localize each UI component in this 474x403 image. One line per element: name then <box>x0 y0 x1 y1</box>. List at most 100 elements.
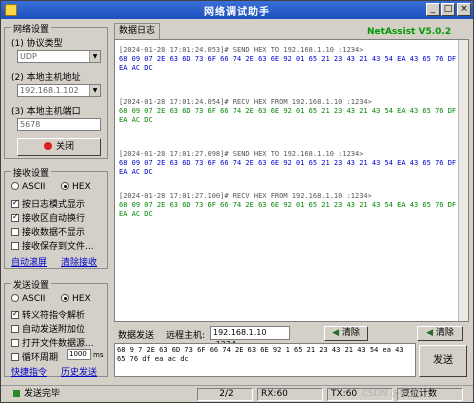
watermark: CSDN @电子 <box>362 389 418 399</box>
remote-host-label: 远程主机: <box>166 331 206 341</box>
app-version: NetAssist V5.0.2 <box>367 27 452 37</box>
receive-opt-log-mode[interactable]: 按日志模式显示 <box>11 197 85 210</box>
window-title: 网络调试助手 <box>204 7 270 18</box>
receive-hex-label: HEX <box>72 182 91 192</box>
shortcut-commands-link[interactable]: 快捷指令 <box>11 365 47 378</box>
auto-scroll-link[interactable]: 自动滚屏 <box>11 255 47 268</box>
receive-settings-group: 接收设置 ASCII HEX 按日志模式显示 接收区自动换行 接收数据不显示 接… <box>4 166 108 269</box>
send-settings-group: 发送设置 ASCII HEX 转义符指令解析 自动发送附加位 打开文件数据源..… <box>4 278 108 378</box>
send-opt-append[interactable]: 自动发送附加位 <box>11 322 85 335</box>
send-opt-loop[interactable]: 循环周期 <box>11 350 58 363</box>
stop-icon <box>43 142 52 150</box>
port-value: 5678 <box>20 120 41 129</box>
log-scrollbar[interactable] <box>458 40 468 321</box>
log-entry: [2024-01-28 17:01:24.054]# RECV HEX FROM… <box>119 98 464 125</box>
left-panel: 网络设置 (1) 协议类型 UDP ▼ (2) 本地主机地址 192.168.1… <box>4 21 108 378</box>
checkbox-icon <box>11 212 19 222</box>
receive-opt-save-file[interactable]: 接收保存到文件... <box>11 239 94 252</box>
maximize-button[interactable]: □ <box>441 3 455 16</box>
send-opt4-label: 循环周期 <box>22 353 59 363</box>
radio-icon <box>61 294 69 302</box>
send-opt2-label: 自动发送附加位 <box>22 325 86 335</box>
receive-opt1-label: 按日志模式显示 <box>22 200 86 210</box>
close-window-button[interactable]: × <box>457 3 471 16</box>
clear-send-button[interactable]: ◀ 清除 <box>417 326 463 341</box>
log-entry-data: 68 09 07 2E 63 6D 73 6F 66 74 2E 63 6E 9… <box>119 55 457 72</box>
log-entry-header: [2024-01-28 17:01:24.054]# RECV HEX FROM… <box>119 98 372 106</box>
log-entry-data: 68 09 07 2E 63 6D 73 6F 66 74 2E 63 6E 9… <box>119 201 457 218</box>
receive-settings-title: 接收设置 <box>11 166 52 179</box>
close-connection-button[interactable]: 关闭 <box>17 138 101 156</box>
period-unit: ms <box>93 351 104 359</box>
send-opt1-label: 转义符指令解析 <box>22 311 86 321</box>
send-opt-file-source[interactable]: 打开文件数据源... <box>11 336 94 349</box>
send-opt-escape[interactable]: 转义符指令解析 <box>11 308 85 321</box>
checkbox-icon <box>11 339 19 347</box>
host-label: (2) 本地主机地址 <box>11 73 81 83</box>
send-textarea[interactable]: 68 9 7 2E 63 6D 73 6F 66 74 2E 63 6E 92 … <box>114 343 416 377</box>
rx-counter: RX:60 <box>257 388 323 401</box>
send-hex-label: HEX <box>72 294 91 304</box>
remote-host-select[interactable]: 192.168.1.10 :1234 <box>210 326 290 349</box>
receive-ascii-radio[interactable]: ASCII <box>11 182 45 192</box>
log-entry: [2024-01-28 17:01:27.100]# RECV HEX FROM… <box>119 192 464 219</box>
log-entry-header: [2024-01-28 17:01:24.053]# SEND HEX TO 1… <box>119 46 364 54</box>
arrow-left-icon: ◀ <box>332 328 340 338</box>
clear-send-label: 清除 <box>435 328 454 338</box>
network-settings-group: 网络设置 (1) 协议类型 UDP ▼ (2) 本地主机地址 192.168.1… <box>4 22 108 159</box>
checkbox-icon <box>11 228 19 236</box>
clear-remote-label: 清除 <box>341 328 360 338</box>
port-label: (3) 本地主机端口 <box>11 107 81 117</box>
checkbox-icon <box>11 353 19 361</box>
tab-data-log[interactable]: 数据日志 <box>114 23 160 39</box>
protocol-label: (1) 协议类型 <box>11 39 63 49</box>
send-bar: 数据发送 远程主机: 192.168.1.10 :1234 ◀ 清除 ◀ 清除 <box>114 325 469 349</box>
log-entry-header: [2024-01-28 17:01:27.098]# SEND HEX TO 1… <box>119 150 364 158</box>
send-settings-title: 发送设置 <box>11 278 52 291</box>
checkbox-icon <box>11 325 19 333</box>
network-settings-title: 网络设置 <box>11 22 52 35</box>
send-ascii-radio[interactable]: ASCII <box>11 294 45 304</box>
arrow-left-icon: ◀ <box>426 328 434 338</box>
receive-opt3-label: 接收数据不显示 <box>22 228 86 238</box>
tab-data-send[interactable]: 数据发送 <box>118 328 154 341</box>
radio-icon <box>11 182 19 190</box>
receive-hex-radio[interactable]: HEX <box>61 182 91 192</box>
status-icon <box>13 390 20 397</box>
host-value: 192.168.1.102 <box>20 86 79 95</box>
title-bar: 网络调试助手 _ □ × <box>1 1 473 19</box>
chevron-down-icon: ▼ <box>89 51 100 62</box>
receive-opt4-label: 接收保存到文件... <box>22 242 94 252</box>
log-entry: [2024-01-28 17:01:24.053]# SEND HEX TO 1… <box>119 46 464 73</box>
receive-opt2-label: 接收区自动换行 <box>22 214 86 224</box>
period-input[interactable]: 1000 <box>67 349 91 360</box>
checkbox-icon <box>11 242 19 250</box>
send-ascii-label: ASCII <box>22 294 46 304</box>
clear-remote-button[interactable]: ◀ 清除 <box>324 326 368 341</box>
send-history-link[interactable]: 历史发送 <box>61 365 97 378</box>
protocol-value: UDP <box>20 52 37 61</box>
send-opt3-label: 打开文件数据源... <box>22 339 94 349</box>
close-connection-label: 关闭 <box>55 142 74 152</box>
clear-receive-link[interactable]: 清除接收 <box>61 255 97 268</box>
status-label: 发送完毕 <box>24 389 61 399</box>
receive-opt-wrap[interactable]: 接收区自动换行 <box>11 211 85 224</box>
log-entry-data: 68 09 07 2E 63 6D 73 6F 66 74 2E 63 6E 9… <box>119 107 457 124</box>
checkbox-icon <box>11 198 19 208</box>
port-input[interactable]: 5678 <box>17 118 101 131</box>
host-select[interactable]: 192.168.1.102 ▼ <box>17 84 101 97</box>
status-text: 发送完毕 <box>9 388 117 401</box>
radio-icon <box>61 182 69 190</box>
receive-opt-hide[interactable]: 接收数据不显示 <box>11 225 85 238</box>
minimize-button[interactable]: _ <box>426 3 440 16</box>
log-entry: [2024-01-28 17:01:27.098]# SEND HEX TO 1… <box>119 150 464 177</box>
receive-log[interactable]: [2024-01-28 17:01:24.053]# SEND HEX TO 1… <box>114 39 469 322</box>
page-counter: 2/2 <box>197 388 253 401</box>
receive-ascii-label: ASCII <box>22 182 46 192</box>
send-button[interactable]: 发送 <box>419 345 467 377</box>
checkbox-icon <box>11 309 19 319</box>
protocol-select[interactable]: UDP ▼ <box>17 50 101 63</box>
send-hex-radio[interactable]: HEX <box>61 294 91 304</box>
app-window: 网络调试助手 _ □ × 网络设置 (1) 协议类型 UDP ▼ (2) 本地主… <box>0 0 474 403</box>
chevron-down-icon: ▼ <box>89 85 100 96</box>
